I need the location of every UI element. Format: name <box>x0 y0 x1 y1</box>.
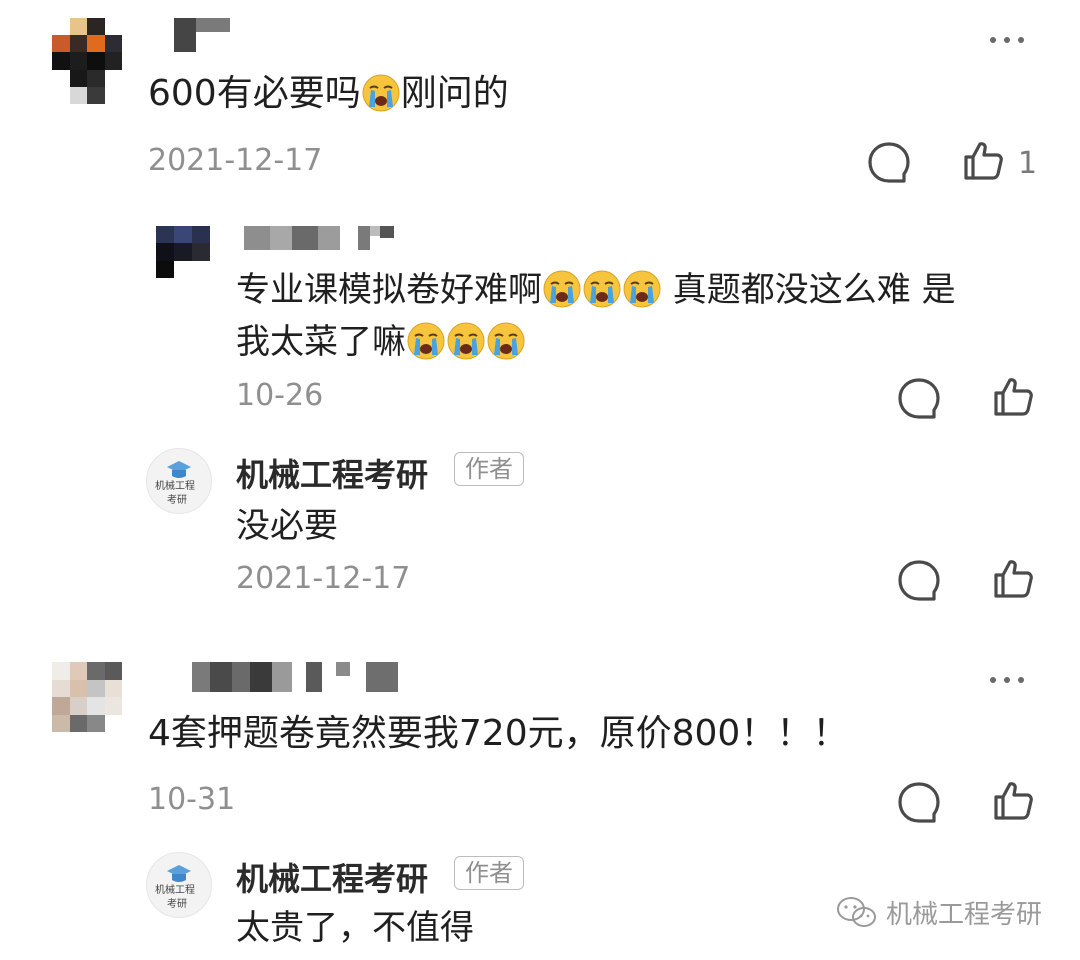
like-icon[interactable] <box>990 556 1036 602</box>
like-icon[interactable] <box>990 778 1036 824</box>
reply-text: 没必要 <box>236 506 338 546</box>
reply-date: 10-26 <box>236 378 324 413</box>
crying-emoji-icon <box>446 321 486 361</box>
reply-date: 2021-12-17 <box>236 561 411 596</box>
comment-date: 2021-12-17 <box>148 143 323 178</box>
svg-text:考研: 考研 <box>167 494 187 506</box>
svg-text:机械工程: 机械工程 <box>155 479 195 492</box>
avatar[interactable] <box>52 662 122 732</box>
more-options-icon[interactable] <box>990 668 1032 687</box>
like-icon[interactable] <box>990 374 1036 420</box>
crying-emoji-icon <box>582 269 622 309</box>
crying-emoji-icon <box>542 269 582 309</box>
like-icon[interactable] <box>960 138 1006 184</box>
author-badge: 作者 <box>454 452 524 486</box>
graduation-cap-icon: 机械工程 考研 <box>155 865 195 910</box>
username-obscured <box>174 18 230 52</box>
graduation-cap-icon: 机械工程 考研 <box>155 461 195 506</box>
more-options-icon[interactable] <box>990 28 1032 47</box>
comment-text: 600有必要吗 刚问的 <box>148 73 509 114</box>
reply-icon[interactable] <box>866 140 912 186</box>
author-name[interactable]: 机械工程考研 <box>236 854 428 900</box>
username-obscured <box>192 662 418 692</box>
author-avatar[interactable]: 机械工程 考研 <box>146 852 212 918</box>
comment-date: 10-31 <box>148 782 236 817</box>
comment-text: 4套押题卷竟然要我720元，原价800！！！ <box>148 713 849 754</box>
avatar[interactable] <box>52 18 122 104</box>
avatar[interactable] <box>156 226 210 278</box>
wechat-icon <box>837 896 876 927</box>
watermark: 机械工程考研 <box>836 894 1042 931</box>
crying-emoji-icon <box>486 321 526 361</box>
author-name[interactable]: 机械工程考研 <box>236 450 428 496</box>
reply-icon[interactable] <box>896 558 942 604</box>
reply-icon[interactable] <box>896 780 942 826</box>
like-count: 1 <box>1018 146 1038 181</box>
svg-text:考研: 考研 <box>167 898 187 910</box>
reply-icon[interactable] <box>896 376 942 422</box>
author-badge: 作者 <box>454 856 524 890</box>
username-obscured <box>244 226 414 250</box>
author-avatar[interactable]: 机械工程 考研 <box>146 448 212 514</box>
reply-text: 专业课模拟卷好难啊 真题都没这么难 是 我太菜了嘛 <box>236 269 956 362</box>
crying-emoji-icon <box>622 269 662 309</box>
svg-text:机械工程: 机械工程 <box>155 883 195 896</box>
crying-emoji-icon <box>406 321 446 361</box>
reply-text: 太贵了，不值得 <box>236 908 474 948</box>
crying-emoji-icon <box>361 73 401 113</box>
